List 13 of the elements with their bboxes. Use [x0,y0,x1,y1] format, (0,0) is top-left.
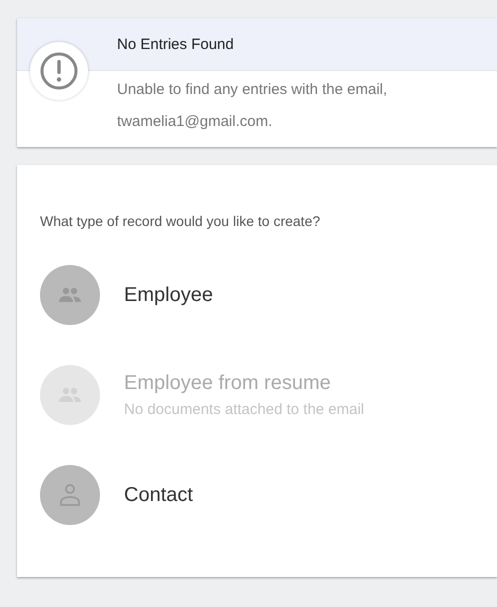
notice-message: Unable to find any entries with the email, [117,80,388,100]
notice-message: twamelia1@gmail.com. [117,112,274,132]
notice-title: No Entries Found [117,36,234,52]
option-label: Employee from resume [124,372,332,395]
record-option[interactable]: Employee [40,265,497,325]
person-icon [59,483,81,507]
prompt-text: What type of record would you like to create? [40,213,320,229]
option-subtitle: No documents attached to the email [124,401,364,418]
alert-icon [39,51,79,91]
option-label: Employee [124,284,213,306]
option-label: Contact [124,484,193,506]
record-option[interactable]: Contact [40,465,497,525]
people-icon [58,287,82,303]
